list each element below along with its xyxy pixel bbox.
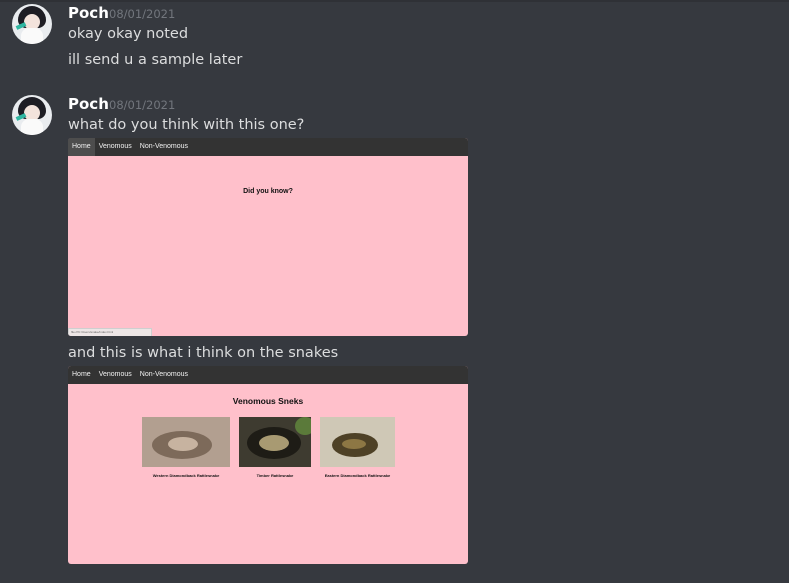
snake-caption: Eastern Diamondback Rattlesnake	[324, 473, 391, 478]
nav-home: Home	[72, 371, 91, 378]
message-text: what do you think with this one?	[68, 117, 305, 133]
grass-patch	[295, 417, 311, 435]
message-timestamp: 08/01/2021	[109, 7, 176, 21]
image-attachment[interactable]: Home Venomous Non-Venomous Venomous Snek…	[68, 366, 468, 564]
snake-pattern	[168, 437, 198, 451]
message-text: okay okay noted	[68, 26, 189, 42]
browser-status-bar: file:///C:/Users/snake/index.html	[68, 328, 152, 336]
site-heading: Venomous Sneks	[232, 396, 304, 406]
site-heading: Did you know?	[243, 188, 293, 195]
message-username[interactable]: Poch	[68, 4, 109, 22]
snake-caption: Timber Rattlesnake	[256, 473, 294, 478]
image-attachment[interactable]: Home Venomous Non-Venomous Did you know?…	[68, 138, 468, 336]
user-avatar[interactable]	[12, 95, 52, 135]
nav-non-venomous: Non-Venomous	[139, 371, 189, 378]
nav-home: Home	[68, 138, 95, 156]
snake-pattern	[259, 435, 289, 451]
message-timestamp: 08/01/2021	[109, 98, 176, 112]
nav-venomous: Venomous	[98, 143, 132, 150]
nav-venomous: Venomous	[98, 371, 132, 378]
snake-pattern	[342, 439, 366, 449]
top-divider	[0, 0, 789, 2]
site-navbar: Home Venomous Non-Venomous	[68, 138, 468, 156]
snake-caption: Western Diamondback Rattlesnake	[152, 473, 220, 478]
site-navbar: Home Venomous Non-Venomous	[68, 366, 468, 384]
avatar-body	[21, 119, 43, 135]
snake-photo	[142, 417, 230, 467]
snake-photo	[320, 417, 395, 467]
message-username[interactable]: Poch	[68, 95, 109, 113]
message-text: and this is what i think on the snakes	[68, 345, 339, 361]
message-text: ill send u a sample later	[68, 52, 243, 68]
user-avatar[interactable]	[12, 4, 52, 44]
avatar-body	[21, 28, 43, 44]
nav-non-venomous: Non-Venomous	[139, 143, 189, 150]
snake-photo	[239, 417, 311, 467]
